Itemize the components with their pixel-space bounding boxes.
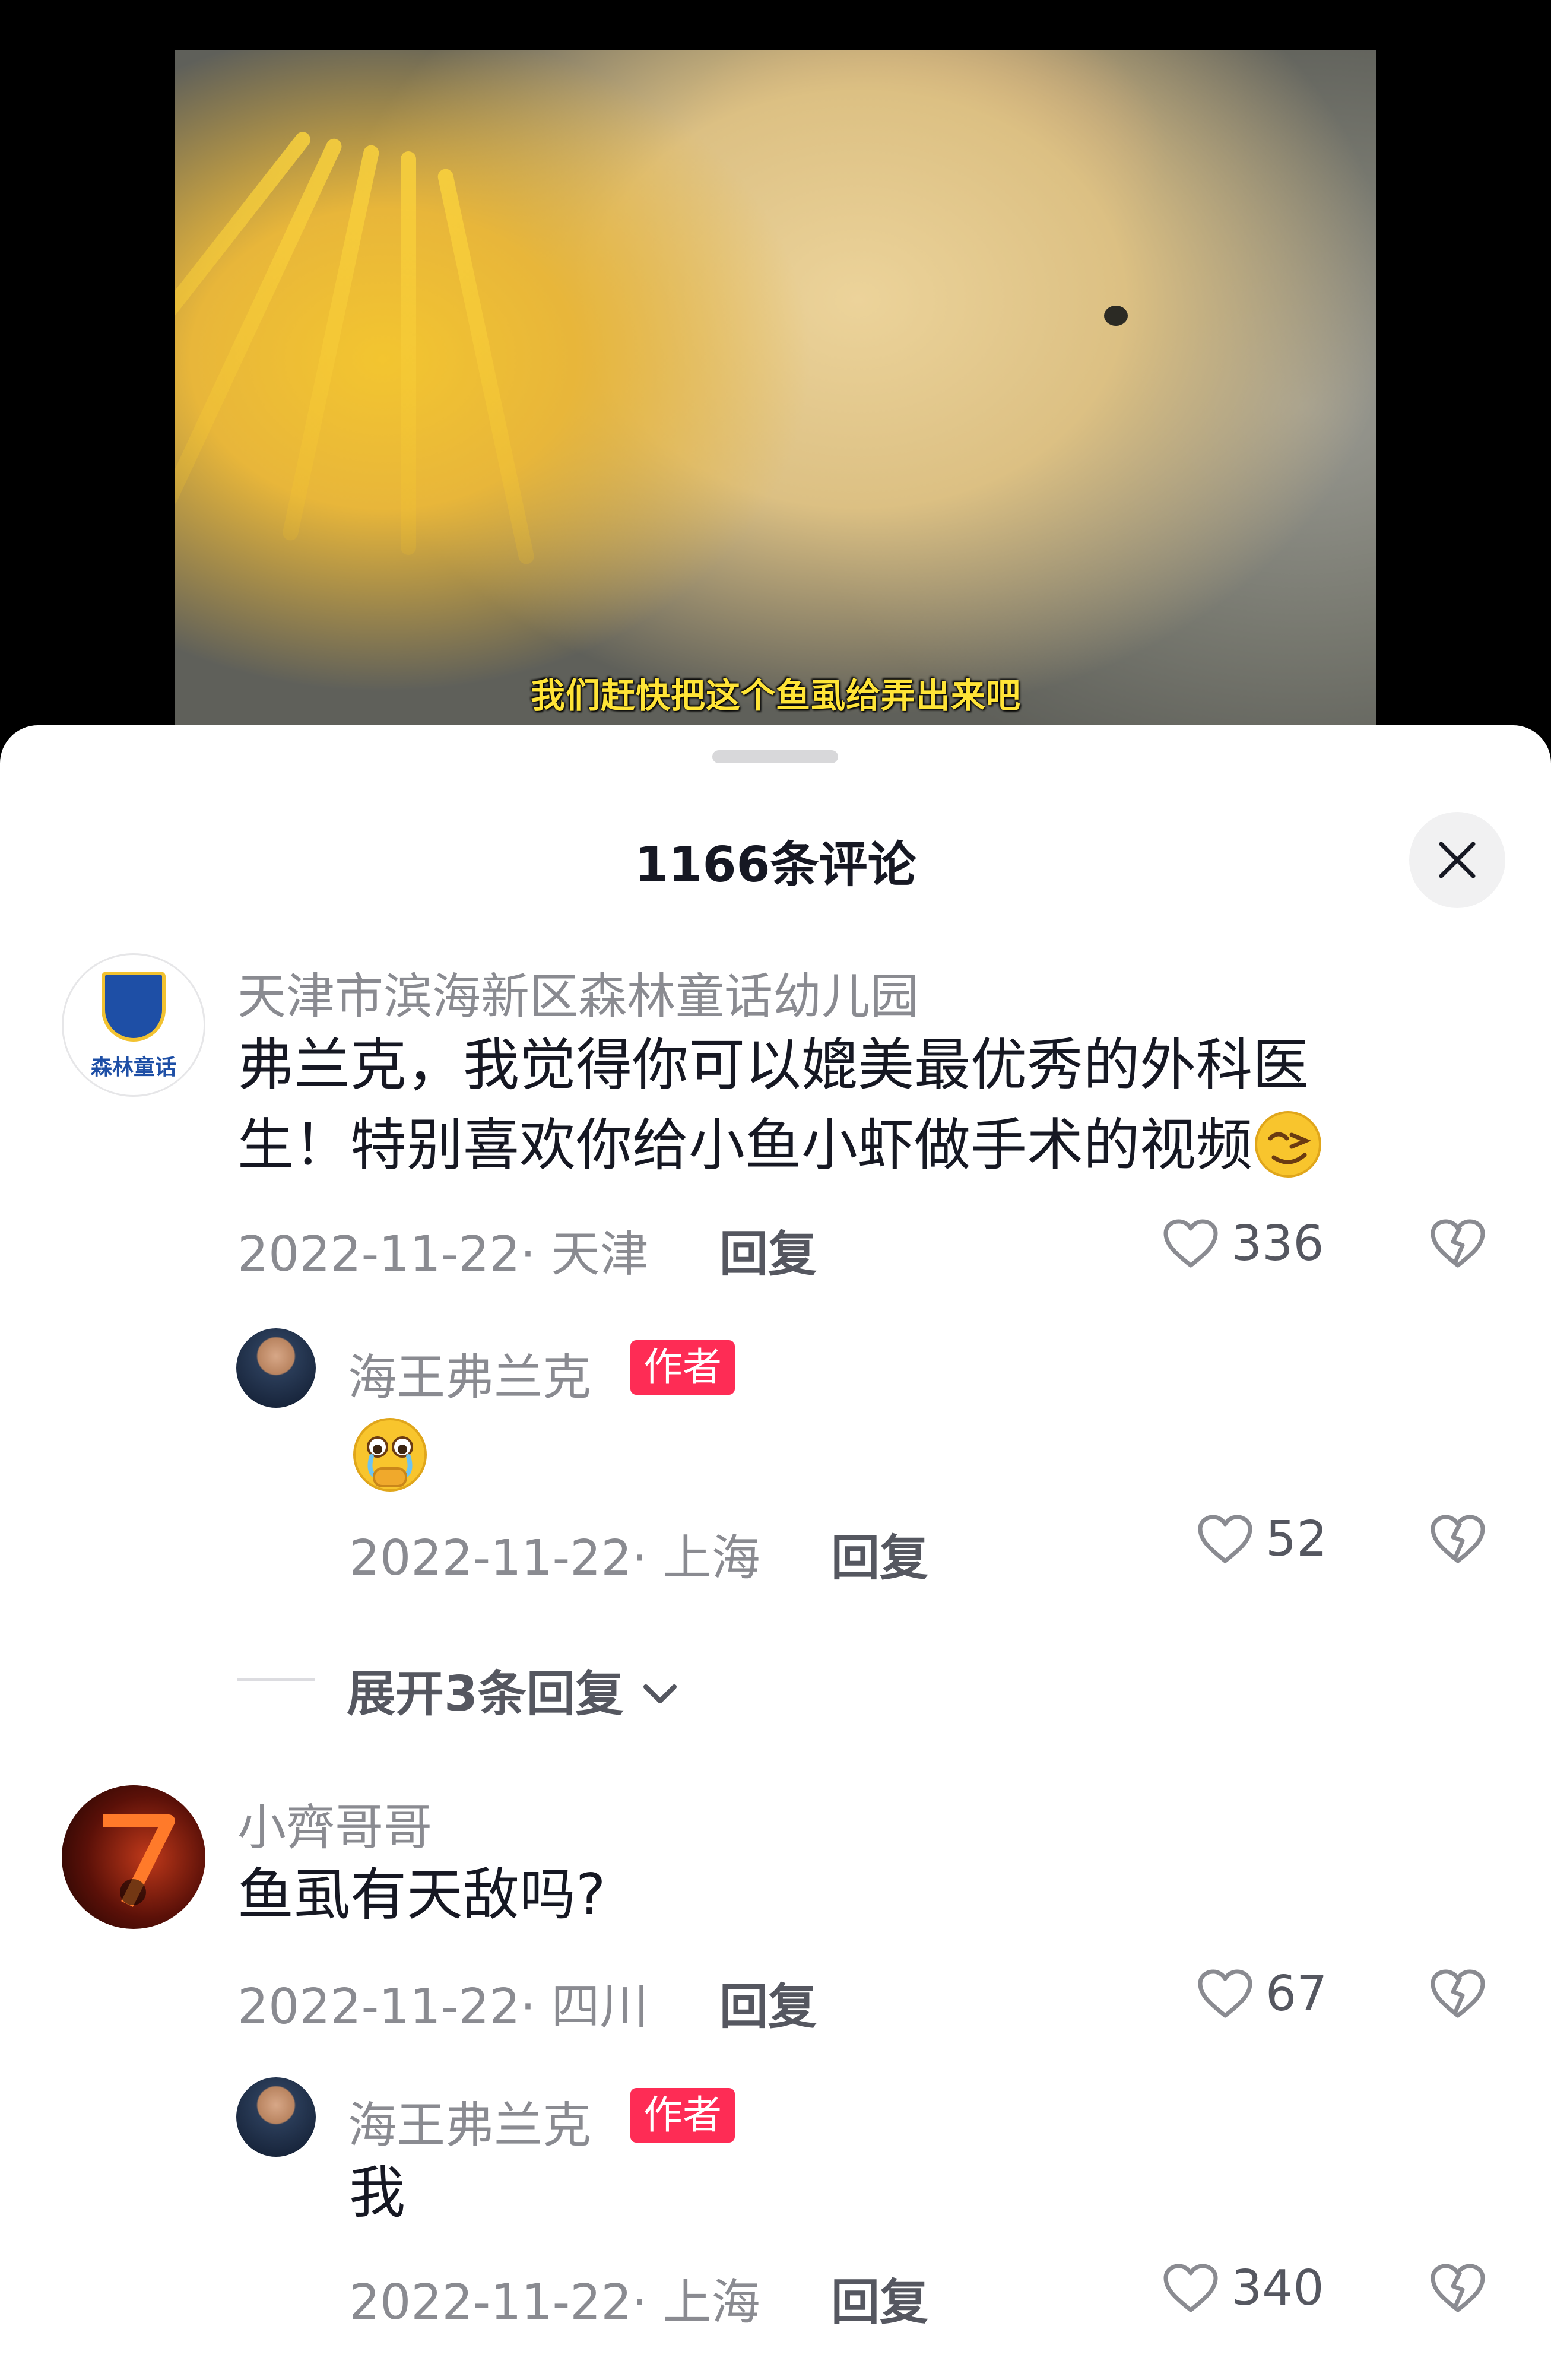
expand-replies-label: 展开3条回复 bbox=[347, 1666, 624, 1722]
comment-text: 鱼虱有天敌吗? bbox=[237, 1862, 606, 1928]
video-subtitle: 我们赶快把这个鱼虱给弄出来吧 bbox=[530, 675, 1021, 716]
author-badge: 作者 bbox=[630, 1340, 735, 1395]
like-count: 52 bbox=[1265, 1511, 1328, 1567]
avatar[interactable] bbox=[236, 2077, 316, 2157]
drag-handle[interactable] bbox=[712, 750, 838, 763]
avatar-label: 森林童话 bbox=[90, 1055, 176, 1080]
fish-fin bbox=[401, 151, 416, 555]
heart-icon[interactable] bbox=[1162, 2262, 1219, 2314]
heart-icon[interactable] bbox=[1197, 1513, 1254, 1565]
chevron-down-icon bbox=[643, 1684, 677, 1703]
comment-text: 弗兰克，我觉得你可以媲美最优秀的外科医生！特别喜欢你给小鱼小虾做手术的视频 bbox=[237, 1026, 1413, 1186]
avatar[interactable] bbox=[62, 1785, 205, 1929]
dislike-icon[interactable] bbox=[1429, 1968, 1486, 2019]
reply-button[interactable]: 回复 bbox=[719, 1214, 817, 1285]
heart-icon[interactable] bbox=[1162, 1218, 1219, 1269]
reply-button[interactable]: 回复 bbox=[831, 1518, 928, 1589]
heart-icon[interactable] bbox=[1197, 1968, 1254, 2019]
avatar-graphic bbox=[103, 1814, 175, 1907]
like-count: 336 bbox=[1231, 1216, 1324, 1272]
comment-date-location: 2022-11-22· 四川 bbox=[237, 1979, 649, 2035]
reply-button[interactable]: 回复 bbox=[831, 2262, 928, 2333]
like-count: 67 bbox=[1265, 1966, 1328, 2022]
smirk-face-icon bbox=[1252, 1109, 1324, 1180]
avatar[interactable] bbox=[236, 1328, 316, 1408]
fish-fin bbox=[175, 128, 314, 456]
like-count: 340 bbox=[1231, 2260, 1324, 2316]
fish-fin bbox=[436, 167, 536, 566]
reply-author[interactable]: 海王弗兰克 bbox=[348, 1338, 591, 1408]
reply-author[interactable]: 海王弗兰克 bbox=[348, 2086, 591, 2156]
reply-date-location: 2022-11-22· 上海 bbox=[349, 2274, 760, 2331]
avatar[interactable]: 森林童话 bbox=[62, 953, 205, 1097]
close-icon bbox=[1439, 842, 1476, 878]
dislike-icon[interactable] bbox=[1429, 2262, 1486, 2314]
fish-louse bbox=[1104, 306, 1128, 326]
reply-text: 我 bbox=[349, 2160, 406, 2226]
expand-replies-button[interactable]: 展开3条回复 bbox=[347, 1654, 679, 1725]
comment-author[interactable]: 小齊哥哥 bbox=[237, 1788, 432, 1858]
logo-shield bbox=[102, 972, 166, 1042]
fish-fin bbox=[281, 144, 380, 542]
expand-divider bbox=[237, 1678, 315, 1681]
comments-count-title: 1166条评论 bbox=[635, 837, 916, 893]
comment-author[interactable]: 天津市滨海新区森林童话幼儿园 bbox=[237, 957, 919, 1027]
dislike-icon[interactable] bbox=[1429, 1513, 1486, 1565]
video-player[interactable]: 我们赶快把这个鱼虱给弄出来吧 bbox=[175, 50, 1376, 727]
reply-button[interactable]: 回复 bbox=[719, 1967, 817, 2038]
comments-sheet: 1166条评论 森林童话 天津市滨海新区森林童话幼儿园 弗兰克，我觉得你可以媲美… bbox=[0, 725, 1551, 2380]
close-button[interactable] bbox=[1409, 812, 1505, 908]
reply-date-location: 2022-11-22· 上海 bbox=[349, 1530, 760, 1586]
comment-date-location: 2022-11-22· 天津 bbox=[237, 1226, 649, 1283]
dislike-icon[interactable] bbox=[1429, 1218, 1486, 1269]
comment-text-content: 弗兰克，我觉得你可以媲美最优秀的外科医生！特别喜欢你给小鱼小虾做手术的视频 bbox=[237, 1033, 1309, 1178]
crying-face-icon bbox=[353, 1418, 427, 1492]
author-badge: 作者 bbox=[630, 2088, 735, 2143]
